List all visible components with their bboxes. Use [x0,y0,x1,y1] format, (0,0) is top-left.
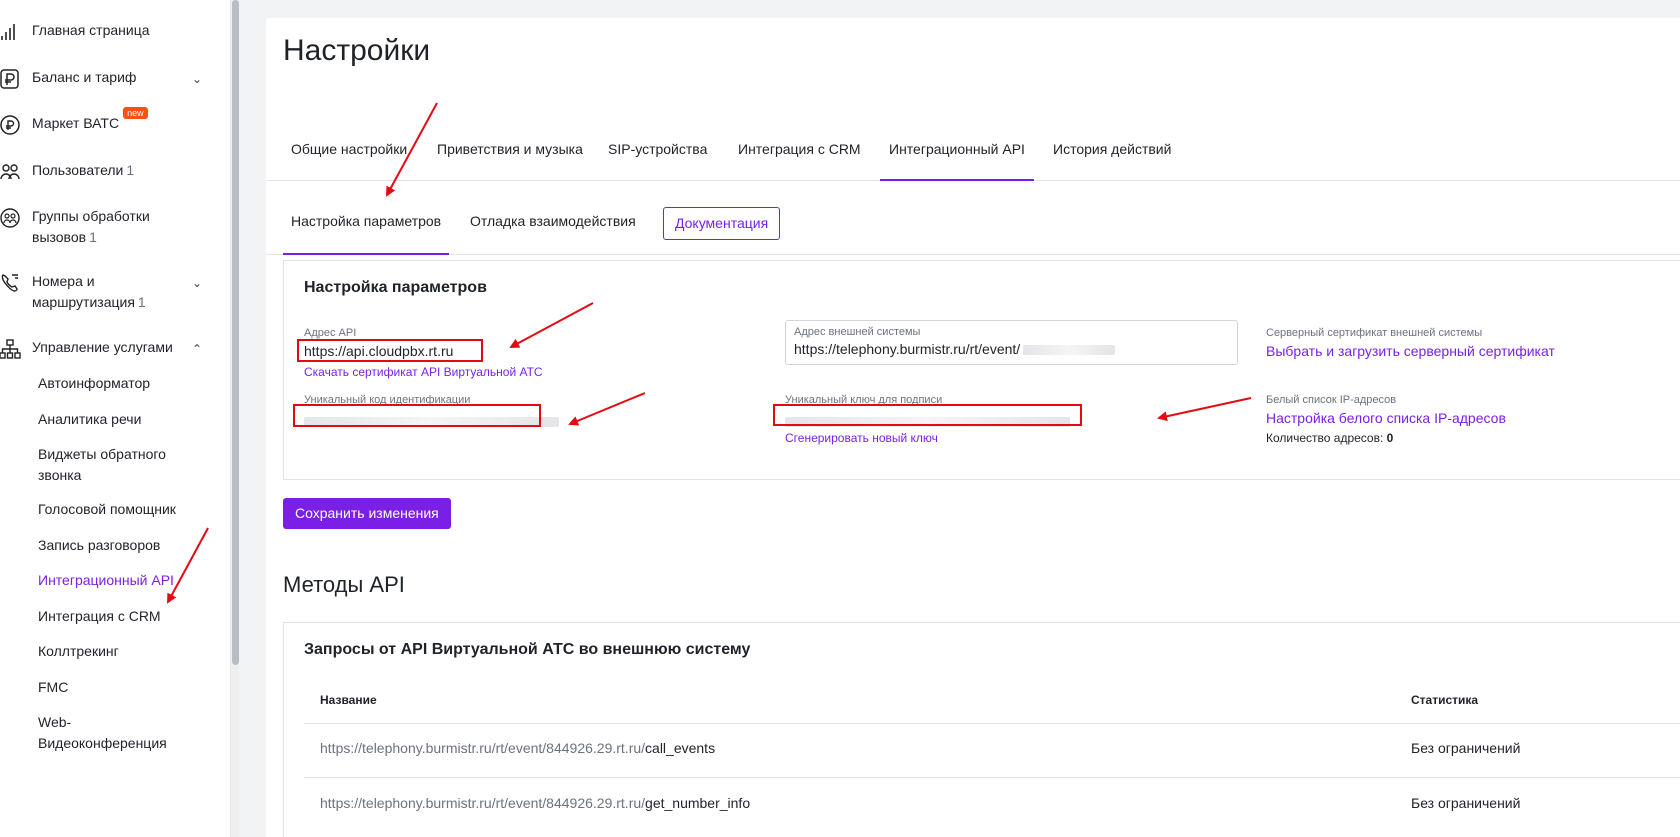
column-header-name: Название [320,693,377,707]
ruble-icon [0,67,22,91]
market-icon [0,113,22,137]
sidebar-item-label: Маркет ВАТС [32,115,120,131]
api-methods-card: Запросы от API Виртуальной АТС во внешню… [283,622,1680,837]
generate-key-link[interactable]: Сгенерировать новый ключ [785,431,938,445]
external-system-field[interactable]: Адрес внешней системы https://telephony.… [785,320,1238,365]
chevron-up-icon[interactable]: ⌃ [192,339,202,360]
sidebar-subitem-autoinformer[interactable]: Автоинформатор [38,373,208,394]
address-count: Количество адресов: 0 [1266,431,1394,445]
sidebar-item-users[interactable]: Пользователи 1 [0,160,210,184]
sidebar-item-label: Баланс и тариф [32,69,137,85]
group-icon [0,206,22,230]
divider [304,777,1680,778]
main-content: Настройки Общие настройки Приветствия и … [266,18,1680,837]
sidebar-subitem-crm[interactable]: Интеграция с CRM [38,606,208,627]
sidebar-item-label: Номера и маршрутизация [32,273,135,310]
sidebar-item-label: Главная страница [32,22,150,38]
tab-history[interactable]: История действий [1053,128,1171,181]
download-cert-link[interactable]: Скачать сертификат API Виртуальной АТС [304,365,543,379]
annotation-box-api-address [297,339,483,362]
sidebar-item-services[interactable]: Управление услугами ⌃ [0,337,210,361]
sidebar-item-balance[interactable]: Баланс и тариф ⌄ [0,67,210,91]
sidebar-item-label: Управление услугами [32,339,173,355]
tab-crm[interactable]: Интеграция с CRM [738,128,861,181]
phone-icon [0,271,22,295]
whitelist-label: Белый список IP-адресов [1266,394,1397,406]
chevron-down-icon[interactable]: ⌄ [192,273,202,294]
row-stats: Без ограничений [1411,795,1521,811]
scrollbar-thumb[interactable] [232,0,239,665]
row-stats: Без ограничений [1411,740,1521,756]
numbers-count: 1 [137,294,146,310]
subtab-debug[interactable]: Отладка взаимодействия [470,211,636,255]
sidebar-subitem-fmc[interactable]: FMC [38,677,208,698]
new-badge: new [123,107,148,119]
external-system-value: https://telephony.burmistr.ru/rt/event/ [794,341,1021,357]
server-cert-link[interactable]: Выбрать и загрузить серверный сертификат [1266,343,1555,359]
chevron-down-icon[interactable]: ⌄ [192,69,202,90]
groups-count: 1 [89,229,97,245]
chart-icon [0,20,22,44]
sidebar-item-numbers[interactable]: Номера и маршрутизация 1 ⌄ [0,271,210,313]
whitelist-link[interactable]: Настройка белого списка IP-адресов [1266,410,1506,426]
server-cert-label: Серверный сертификат внешней системы [1266,327,1483,339]
subtab-params[interactable]: Настройка параметров [283,211,450,255]
sidebar-subitem-videoconference[interactable]: Web-Видеоконференция [38,712,167,754]
sidebar-subitem-integration-api[interactable]: Интеграционный API [38,570,208,591]
sidebar-item-market[interactable]: Маркет ВАТСnew [0,107,210,137]
hierarchy-icon [0,337,22,361]
external-system-label: Адрес внешней системы [794,326,921,338]
users-count: 1 [126,162,135,178]
params-card-title: Настройка параметров [304,279,487,296]
tab-general[interactable]: Общие настройки [291,128,407,181]
tab-greetings[interactable]: Приветствия и музыка [437,128,583,181]
settings-tabs: Общие настройки Приветствия и музыка SIP… [266,128,1680,181]
sidebar-item-label: Пользователи [32,162,124,178]
divider [304,723,1680,724]
sidebar-subitem-callback-widgets[interactable]: Виджеты обратного звонка [38,444,208,486]
sidebar-subitem-call-recording[interactable]: Запись разговоров [38,535,208,556]
page-title: Настройки [283,34,431,67]
sidebar-subitem-voice-assistant[interactable]: Голосовой помощник [38,499,208,520]
table-row[interactable]: https://telephony.burmistr.ru/rt/event/8… [320,740,715,756]
documentation-button[interactable]: Документация [663,207,781,240]
sidebar-item-call-groups[interactable]: Группы обработки вызовов 1 [0,206,210,248]
annotation-box-unique-id [293,404,541,427]
annotation-box-sign-key [773,404,1082,426]
sidebar-subitem-speech-analytics[interactable]: Аналитика речи [38,409,208,430]
sidebar-scrollbar[interactable] [231,0,239,837]
sidebar-subitem-calltracking[interactable]: Коллтрекинг [38,641,208,662]
column-header-stats: Статистика [1411,693,1479,707]
tab-integration-api[interactable]: Интеграционный API [880,128,1034,181]
params-card: Настройка параметров Адрес API https://a… [283,260,1680,480]
tab-sip[interactable]: SIP-устройства [608,128,707,181]
api-address-label: Адрес API [304,327,357,339]
api-methods-card-title: Запросы от API Виртуальной АТС во внешню… [304,641,751,658]
save-changes-button[interactable]: Сохранить изменения [283,498,451,529]
api-methods-title: Методы API [283,572,405,597]
api-subtabs: Настройка параметров Отладка взаимодейст… [266,194,1680,255]
sidebar-item-home[interactable]: Главная страница [0,20,210,44]
table-row[interactable]: https://telephony.burmistr.ru/rt/event/8… [320,795,750,811]
sidebar: Главная страница Баланс и тариф ⌄ Маркет… [0,0,231,837]
users-icon [0,160,22,184]
